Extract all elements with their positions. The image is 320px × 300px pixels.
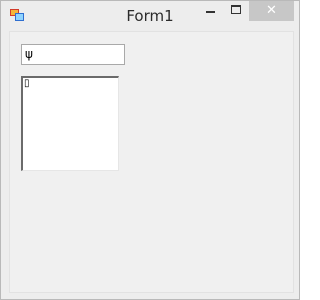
form-app-icon [10,9,24,21]
maximize-icon [231,5,241,14]
text-input[interactable] [21,44,125,65]
minimize-button[interactable] [197,1,223,21]
title-bar[interactable]: Form1 ✕ [1,1,299,31]
close-button[interactable]: ✕ [249,1,294,21]
multiline-textbox[interactable]: ▯ [21,76,119,171]
minimize-icon [205,11,215,13]
window: Form1 ✕ ▯ [0,0,300,300]
close-icon: ✕ [266,3,277,18]
multiline-textbox-content: ▯ [24,78,30,89]
form-client-area: ▯ [9,31,294,293]
maximize-button[interactable] [223,1,249,21]
